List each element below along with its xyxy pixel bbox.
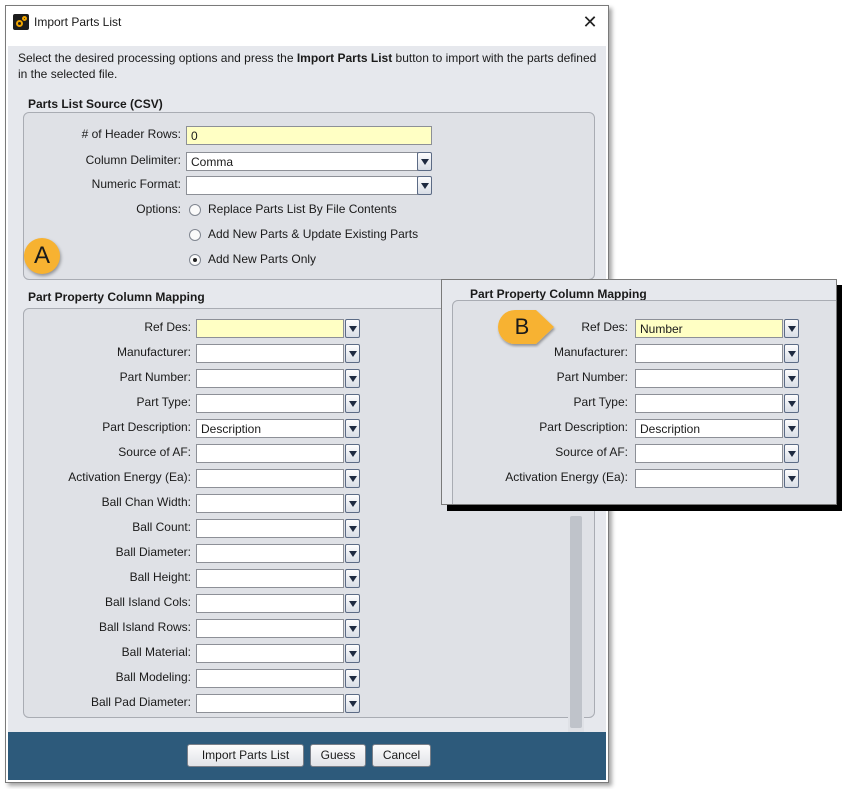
mapping-row-label: Ball Modeling: — [115, 670, 191, 684]
inset-row-field[interactable]: Description — [635, 419, 783, 438]
mapping-row-field[interactable] — [196, 619, 344, 638]
chevron-down-icon[interactable] — [345, 594, 360, 613]
source-group: # of Header Rows: 0 Column Delimiter: Co… — [23, 112, 595, 280]
window-title: Import Parts List — [34, 15, 122, 29]
inset-row-field[interactable]: Number — [635, 319, 783, 338]
inset-row-label: Source of AF: — [555, 445, 628, 459]
mapping-row-field[interactable] — [196, 544, 344, 563]
title-bar: Import Parts List ✕ — [6, 6, 608, 39]
inset-row-field[interactable] — [635, 344, 783, 363]
mapping-row-label: Ball Island Rows: — [98, 620, 191, 634]
mapping-row-field[interactable] — [196, 444, 344, 463]
options-label: Options: — [136, 202, 181, 216]
chevron-down-icon[interactable] — [784, 394, 799, 413]
mapping-row-field[interactable] — [196, 519, 344, 538]
mapping-row-label: Ball Island Cols: — [104, 595, 191, 609]
mapping-row-label: Ball Chan Width: — [101, 495, 191, 509]
inset-row-field[interactable] — [635, 394, 783, 413]
mapping-row-label: Source of AF: — [118, 445, 191, 459]
chevron-down-icon[interactable] — [345, 694, 360, 713]
mapping-row-field[interactable] — [196, 594, 344, 613]
mapping-row-field[interactable] — [196, 394, 344, 413]
mapping-row-field[interactable] — [196, 494, 344, 513]
chevron-down-icon[interactable] — [345, 369, 360, 388]
import-parts-list-button[interactable]: Import Parts List — [187, 744, 304, 767]
replace-parts-radio[interactable] — [189, 204, 201, 216]
numeric-format-dropdown-icon[interactable] — [417, 176, 432, 195]
mapping-row-field[interactable] — [196, 469, 344, 488]
mapping-row-label: Part Description: — [102, 420, 191, 434]
inset-row-field[interactable] — [635, 444, 783, 463]
cancel-button[interactable]: Cancel — [372, 744, 431, 767]
mapping-row-label: Activation Energy (Ea): — [68, 470, 191, 484]
chevron-down-icon[interactable] — [345, 319, 360, 338]
inset-mapping-title: Part Property Column Mapping — [470, 287, 647, 301]
mapping-section-title: Part Property Column Mapping — [28, 290, 205, 304]
mapping-row-label: Part Number: — [119, 370, 191, 384]
intro-text: Select the desired processing options an… — [18, 51, 597, 81]
chevron-down-icon[interactable] — [784, 419, 799, 438]
column-delimiter-select[interactable]: Comma — [186, 152, 418, 171]
chevron-down-icon[interactable] — [345, 344, 360, 363]
mapping-row-label: Part Type: — [136, 395, 191, 409]
column-delimiter-label: Column Delimiter: — [85, 153, 181, 167]
mapping-row-label: Ref Des: — [144, 320, 191, 334]
inset-row-field[interactable] — [635, 469, 783, 488]
guess-button[interactable]: Guess — [310, 744, 366, 767]
mapping-row-field[interactable] — [196, 369, 344, 388]
add-new-parts-only-radio[interactable] — [189, 254, 201, 266]
button-bar: Import Parts List Guess Cancel — [8, 732, 606, 780]
numeric-format-label: Numeric Format: — [91, 177, 181, 191]
mapping-row-field[interactable] — [196, 319, 344, 338]
mapping-scrollbar[interactable] — [568, 516, 584, 756]
mapping-row-field[interactable] — [196, 644, 344, 663]
numeric-format-select[interactable] — [186, 176, 418, 195]
header-rows-label: # of Header Rows: — [81, 127, 181, 141]
add-update-parts-option-label[interactable]: Add New Parts & Update Existing Parts — [208, 227, 418, 241]
chevron-down-icon[interactable] — [784, 344, 799, 363]
chevron-down-icon[interactable] — [345, 669, 360, 688]
add-update-parts-radio[interactable] — [189, 229, 201, 241]
chevron-down-icon[interactable] — [345, 419, 360, 438]
chevron-down-icon[interactable] — [345, 444, 360, 463]
mapping-row-label: Ball Pad Diameter: — [90, 695, 191, 709]
inset-row-label: Part Description: — [539, 420, 628, 434]
header-rows-input[interactable]: 0 — [186, 126, 432, 145]
chevron-down-icon[interactable] — [345, 394, 360, 413]
mapping-row-field[interactable] — [196, 669, 344, 688]
chevron-down-icon[interactable] — [784, 444, 799, 463]
mapping-row-field[interactable] — [196, 344, 344, 363]
column-delimiter-dropdown-icon[interactable] — [417, 152, 432, 171]
mapping-row-label: Ball Diameter: — [115, 545, 191, 559]
chevron-down-icon[interactable] — [345, 619, 360, 638]
mapping-row-label: Ball Material: — [121, 645, 191, 659]
chevron-down-icon[interactable] — [345, 469, 360, 488]
close-button[interactable]: ✕ — [576, 8, 604, 36]
chevron-down-icon[interactable] — [345, 569, 360, 588]
chevron-down-icon[interactable] — [784, 369, 799, 388]
mapping-row-field[interactable] — [196, 569, 344, 588]
inset-row-label: Part Number: — [556, 370, 628, 384]
source-section-title: Parts List Source (CSV) — [28, 97, 163, 111]
mapping-row-label: Ball Height: — [129, 570, 191, 584]
inset-row-label: Activation Energy (Ea): — [505, 470, 628, 484]
mapping-row-field[interactable] — [196, 694, 344, 713]
chevron-down-icon[interactable] — [345, 644, 360, 663]
chevron-down-icon[interactable] — [345, 519, 360, 538]
inset-row-field[interactable] — [635, 369, 783, 388]
callout-b-label: B — [514, 314, 530, 339]
mapping-row-label: Ball Count: — [132, 520, 191, 534]
chevron-down-icon[interactable] — [345, 494, 360, 513]
gears-icon — [13, 14, 29, 30]
chevron-down-icon[interactable] — [784, 469, 799, 488]
replace-parts-option-label[interactable]: Replace Parts List By File Contents — [208, 202, 397, 216]
callout-a: A — [24, 238, 60, 274]
add-new-parts-only-option-label[interactable]: Add New Parts Only — [208, 252, 316, 266]
scrollbar-thumb[interactable] — [570, 516, 582, 728]
inset-row-label: Part Type: — [573, 395, 628, 409]
mapping-row-field[interactable]: Description — [196, 419, 344, 438]
chevron-down-icon[interactable] — [784, 319, 799, 338]
chevron-down-icon[interactable] — [345, 544, 360, 563]
mapping-row-label: Manufacturer: — [116, 345, 191, 359]
